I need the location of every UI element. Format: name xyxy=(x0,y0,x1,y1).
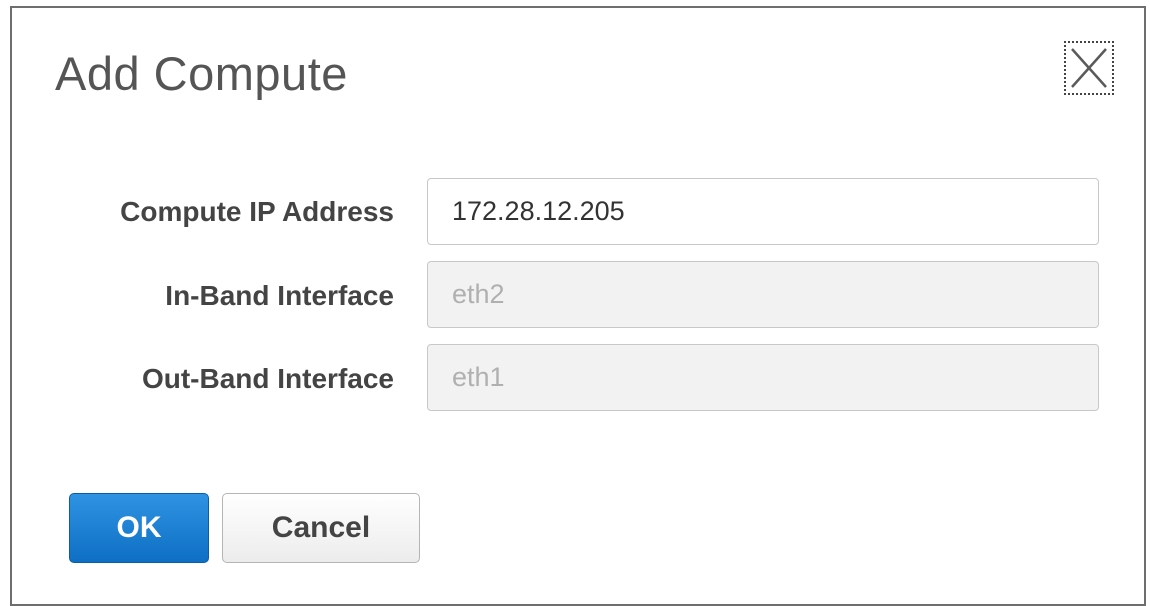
add-compute-dialog: Add Compute Compute IP Address In-Band I… xyxy=(10,6,1146,606)
out-band-interface-input xyxy=(427,344,1099,411)
in-band-interface-input xyxy=(427,261,1099,328)
cancel-button[interactable]: Cancel xyxy=(222,493,420,563)
dialog-title: Add Compute xyxy=(55,47,348,100)
ok-button[interactable]: OK xyxy=(69,493,209,563)
close-x-icon xyxy=(1071,48,1107,88)
in-band-interface-label: In-Band Interface xyxy=(165,280,394,311)
close-button[interactable] xyxy=(1064,41,1114,95)
compute-ip-address-input[interactable] xyxy=(427,178,1099,245)
compute-ip-address-label: Compute IP Address xyxy=(120,196,394,227)
out-band-interface-label: Out-Band Interface xyxy=(141,363,394,394)
